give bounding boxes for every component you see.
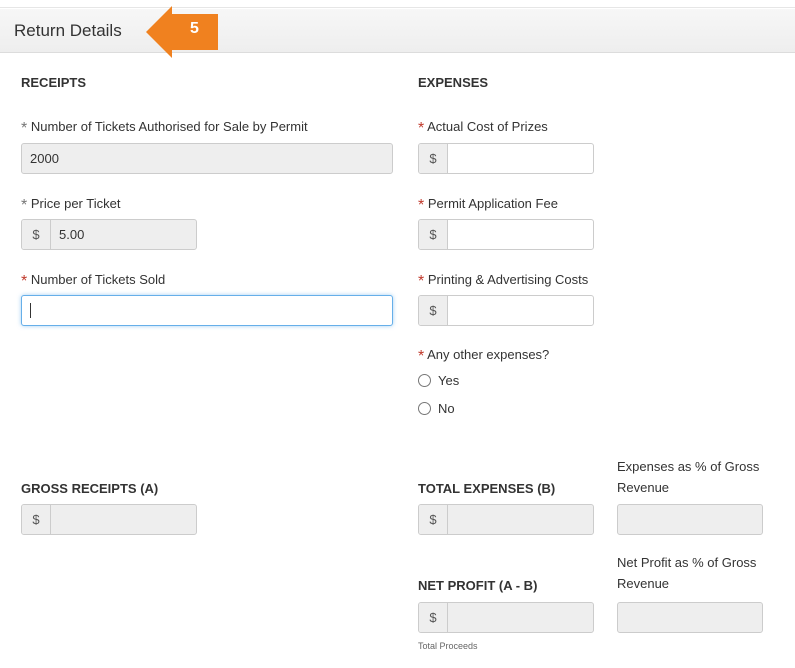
step-marker-icon: 5 [146,6,218,58]
expenses-pct-label: Expenses as % of Gross Revenue [617,459,760,495]
top-divider [0,0,795,8]
printing-costs-value[interactable] [448,296,593,325]
permit-fee-input[interactable]: $ [418,219,594,250]
net-profit-pct-value [618,603,762,632]
expenses-heading: EXPENSES [418,75,489,90]
cost-of-prizes-label: * Actual Cost of Prizes [418,119,548,137]
cost-of-prizes-value[interactable] [448,144,593,173]
tickets-sold-value[interactable] [22,296,392,325]
net-profit-pct-label: Net Profit as % of Gross Revenue [617,555,757,591]
expenses-pct-value [618,505,762,534]
radio-icon[interactable] [418,374,431,387]
net-profit-field: $ [418,602,594,633]
expenses-pct-field [617,504,763,535]
price-per-ticket-value: 5.00 [59,227,85,242]
price-per-ticket-label: * Price per Ticket [21,196,121,214]
radio-option-yes[interactable]: Yes [418,373,459,388]
currency-addon: $ [419,603,448,632]
cost-of-prizes-input[interactable]: $ [418,143,594,174]
permit-fee-value[interactable] [448,220,593,249]
section-title: Return Details [14,21,122,40]
net-profit-pct-field [617,602,763,633]
total-expenses-field: $ [418,504,594,535]
currency-addon: $ [22,220,51,249]
gross-receipts-field: $ [21,504,197,535]
currency-addon: $ [419,144,448,173]
total-proceeds-note: Total Proceeds [418,641,478,651]
currency-addon: $ [419,220,448,249]
tickets-sold-label: * Number of Tickets Sold [21,272,166,290]
gross-receipts-label: GROSS RECEIPTS (A) [21,481,159,496]
other-expenses-label: * Any other expenses? [418,347,550,365]
step-number: 5 [190,20,199,37]
total-expenses-label: TOTAL EXPENSES (B) [418,481,556,496]
net-profit-label: NET PROFIT (A - B) [418,578,538,593]
radio-label-yes: Yes [438,373,460,388]
currency-addon: $ [419,296,448,325]
tickets-sold-input[interactable] [21,295,393,326]
receipts-heading: RECEIPTS [21,75,87,90]
currency-addon: $ [419,505,448,534]
radio-label-no: No [438,401,455,416]
gross-receipts-value [51,505,196,534]
tickets-authorised-field: 2000 [21,143,393,174]
radio-option-no[interactable]: No [418,401,455,416]
printing-costs-label: * Printing & Advertising Costs [418,272,589,290]
currency-addon: $ [22,505,51,534]
net-profit-value [448,603,593,632]
total-expenses-value [448,505,593,534]
section-header: Return Details [0,9,795,53]
tickets-authorised-label: * Number of Tickets Authorised for Sale … [21,119,308,137]
tickets-authorised-value: 2000 [30,151,59,166]
printing-costs-input[interactable]: $ [418,295,594,326]
permit-fee-label: * Permit Application Fee [418,196,558,214]
radio-icon[interactable] [418,402,431,415]
text-cursor [30,303,31,318]
price-per-ticket-field: $ 5.00 [21,219,197,250]
